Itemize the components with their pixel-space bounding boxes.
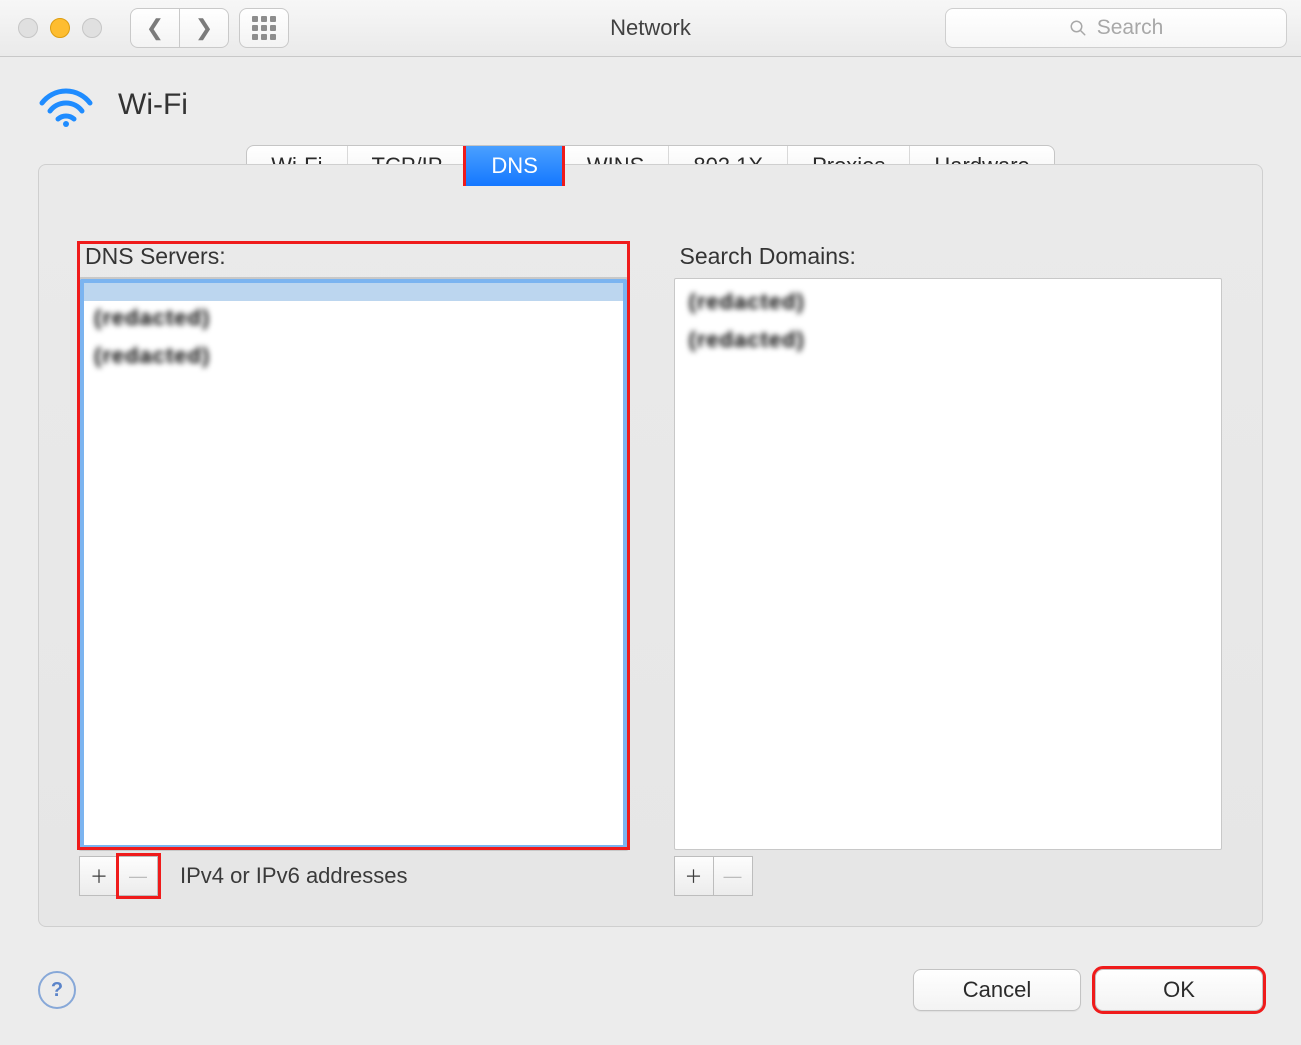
minimize-window-button[interactable]	[50, 18, 70, 38]
grid-icon	[252, 16, 276, 40]
settings-panel: DNS Servers: (redacted) (redacted) ＋ — I…	[38, 164, 1263, 927]
minus-icon: —	[724, 866, 742, 887]
service-header: Wi-Fi	[38, 83, 1301, 127]
dns-entry-2[interactable]: (redacted)	[94, 343, 210, 369]
dns-column: DNS Servers: (redacted) (redacted) ＋ — I…	[79, 243, 628, 896]
show-all-button[interactable]	[239, 8, 289, 48]
minus-icon: —	[129, 866, 147, 887]
search-field[interactable]: Search	[945, 8, 1287, 48]
window-controls	[18, 18, 102, 38]
chevron-left-icon: ❮	[146, 17, 164, 39]
search-domain-entry-2[interactable]: (redacted)	[689, 327, 805, 353]
chevron-right-icon: ❯	[195, 17, 213, 39]
search-domains-footer: ＋ —	[674, 856, 1223, 896]
search-domains-list[interactable]: (redacted) (redacted)	[674, 278, 1223, 850]
dns-footer: ＋ — IPv4 or IPv6 addresses	[79, 856, 628, 896]
search-domain-entry-1[interactable]: (redacted)	[689, 289, 805, 315]
search-domains-remove-button[interactable]: —	[714, 856, 753, 896]
search-domains-label: Search Domains:	[680, 243, 1223, 270]
dns-selected-row	[84, 283, 623, 301]
wifi-icon	[38, 83, 94, 127]
ok-button[interactable]: OK	[1095, 969, 1263, 1011]
search-icon	[1069, 19, 1087, 37]
cancel-button[interactable]: Cancel	[913, 969, 1081, 1011]
search-domains-column: Search Domains: (redacted) (redacted) ＋ …	[674, 243, 1223, 896]
dns-footer-hint: IPv4 or IPv6 addresses	[180, 863, 407, 889]
dns-servers-label: DNS Servers:	[85, 243, 628, 270]
plus-icon: ＋	[685, 863, 703, 889]
service-name: Wi-Fi	[118, 88, 188, 122]
dns-add-button[interactable]: ＋	[79, 856, 119, 896]
search-domains-add-button[interactable]: ＋	[674, 856, 714, 896]
dns-remove-button[interactable]: —	[119, 856, 158, 896]
help-icon: ?	[51, 979, 63, 1002]
forward-button[interactable]: ❯	[179, 8, 229, 48]
search-placeholder: Search	[1097, 16, 1164, 40]
dns-servers-list[interactable]: (redacted) (redacted)	[79, 278, 628, 850]
zoom-window-button[interactable]	[82, 18, 102, 38]
help-button[interactable]: ?	[38, 971, 76, 1009]
titlebar: ❮ ❯ Network Search	[0, 0, 1301, 57]
back-button[interactable]: ❮	[130, 8, 179, 48]
close-window-button[interactable]	[18, 18, 38, 38]
tab-dns[interactable]: DNS	[466, 146, 561, 186]
dialog-footer: ? Cancel OK	[38, 961, 1263, 1019]
dns-entry-1[interactable]: (redacted)	[94, 305, 210, 331]
nav-group: ❮ ❯	[130, 8, 229, 48]
plus-icon: ＋	[90, 863, 108, 889]
